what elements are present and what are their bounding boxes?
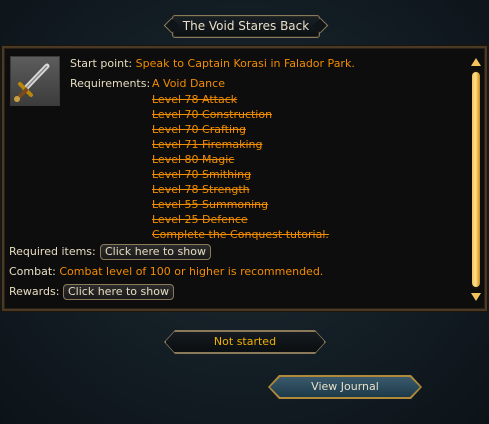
required-items-label: Required items:	[9, 245, 96, 258]
combat-label: Combat:	[9, 265, 56, 278]
arrow-down-icon[interactable]	[469, 291, 483, 303]
requirement-item: Level 80 Magic	[152, 153, 235, 166]
start-point-value: Speak to Captain Korasi in Falador Park.	[135, 57, 355, 70]
sword-icon	[10, 56, 60, 106]
requirement-item: Level 70 Crafting	[152, 123, 246, 136]
requirement-item: Level 70 Smithing	[152, 168, 252, 181]
requirement-item: Level 55 Summoning	[152, 198, 269, 211]
quest-details-panel: Start point: Speak to Captain Korasi in …	[2, 46, 487, 311]
start-point-label: Start point:	[70, 57, 133, 70]
requirement-item: Level 70 Construction	[152, 108, 273, 121]
requirement-item: Level 78 Attack	[152, 93, 238, 106]
scroll-thumb[interactable]	[472, 72, 480, 287]
scrollbar[interactable]	[469, 56, 483, 303]
requirements-list: Level 78 Attack Level 70 Construction Le…	[152, 92, 329, 242]
start-point-row: Start point: Speak to Captain Korasi in …	[70, 57, 355, 71]
requirements-label: Requirements:	[70, 77, 151, 90]
combat-value: Combat level of 100 or higher is recomme…	[59, 265, 324, 278]
requirement-item: Level 71 Firemaking	[152, 138, 263, 151]
requirement-item: Level 25 Defence	[152, 213, 248, 226]
rewards-label: Rewards:	[9, 285, 60, 298]
required-items-show-button[interactable]: Click here to show	[100, 244, 211, 260]
quest-title: The Void Stares Back	[172, 15, 320, 38]
combat-row: Combat: Combat level of 100 or higher is…	[9, 265, 323, 279]
requirement-item: Complete the Conquest tutorial.	[152, 228, 329, 241]
requirement-item: Level 78 Strength	[152, 183, 250, 196]
view-journal-button[interactable]: View Journal	[270, 377, 420, 397]
arrow-up-icon[interactable]	[469, 56, 483, 68]
requirement-quest: A Void Dance	[152, 77, 225, 90]
quest-status: Not started	[165, 331, 325, 353]
rewards-show-button[interactable]: Click here to show	[63, 284, 174, 300]
